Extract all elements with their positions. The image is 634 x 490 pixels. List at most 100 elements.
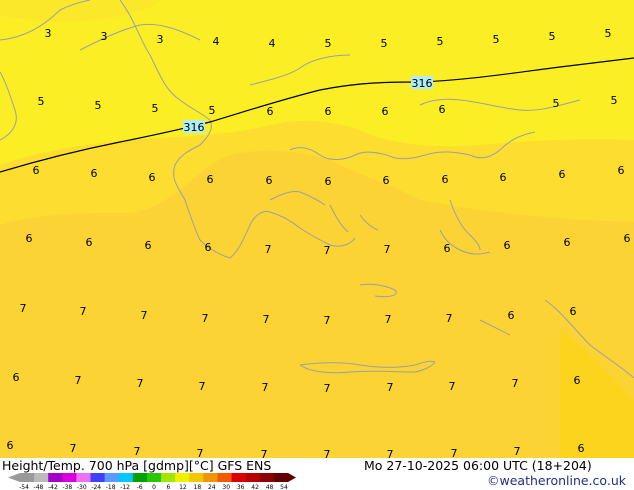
map-datetime: Mo 27-10-2025 06:00 UTC (18+204)	[364, 458, 592, 473]
temperature-label: 5	[493, 33, 500, 46]
temperature-label: 6	[618, 164, 625, 177]
legend-swatch	[132, 473, 148, 482]
temperature-label: 7	[20, 302, 27, 315]
legend-tick-label: 24	[208, 484, 216, 490]
temperature-label: 6	[267, 105, 274, 118]
temperature-label: 7	[80, 305, 87, 318]
temperature-label: 4	[213, 35, 220, 48]
legend-swatch	[62, 473, 77, 482]
legend-tick-label: 0	[152, 484, 156, 490]
temperature-label: 6	[559, 168, 566, 181]
temperature-label: 6	[205, 241, 212, 254]
temperature-label: 7	[451, 447, 458, 458]
temperature-label: 6	[149, 171, 156, 184]
contour-label: 316	[184, 121, 205, 134]
legend-tick-label: -30	[77, 484, 87, 490]
credit-link[interactable]: ©weatheronline.co.uk	[487, 473, 626, 488]
temperature-label: 6	[439, 103, 446, 116]
legend-swatch	[231, 473, 247, 482]
temperature-label: 5	[152, 102, 159, 115]
temperature-label: 5	[553, 97, 560, 110]
legend-swatch	[20, 473, 35, 482]
temperature-label: 6	[325, 105, 332, 118]
legend-swatch	[34, 473, 49, 482]
legend-tick-label: -38	[62, 484, 72, 490]
temperature-label: 7	[261, 448, 268, 458]
legend-tick-label: -18	[106, 484, 116, 490]
temperature-label: 7	[263, 313, 270, 326]
legend-swatch	[104, 473, 120, 482]
contour-label: 316	[412, 77, 433, 90]
temperature-label: 7	[385, 313, 392, 326]
temperature-label: 6	[444, 242, 451, 255]
legend-swatch	[273, 473, 289, 482]
temperature-label: 7	[75, 374, 82, 387]
legend-swatch	[175, 473, 190, 482]
legend-swatch	[118, 473, 134, 482]
temperature-label: 6	[574, 374, 581, 387]
legend-tick-label: -48	[34, 484, 44, 490]
temperature-label: 7	[265, 243, 272, 256]
legend-swatch	[48, 473, 63, 482]
temperature-label: 5	[611, 94, 618, 107]
legend-tick-label: 18	[194, 484, 202, 490]
temperature-label: 6	[382, 105, 389, 118]
temperature-label: 6	[145, 239, 152, 252]
temperature-label: 5	[325, 37, 332, 50]
legend-arrow-right	[288, 473, 296, 482]
legend-swatch	[203, 473, 218, 482]
temperature-label: 6	[266, 174, 273, 187]
temperature-label: 6	[207, 173, 214, 186]
temperature-label: 6	[578, 442, 585, 455]
temperature-label: 7	[324, 314, 331, 327]
temperature-label: 4	[269, 37, 276, 50]
temperature-label: 6	[383, 174, 390, 187]
legend-swatch	[146, 473, 162, 482]
temperature-label: 6	[33, 164, 40, 177]
temperature-label: 7	[199, 380, 206, 393]
legend-tick-label: 6	[167, 484, 171, 490]
temperature-label: 6	[442, 173, 449, 186]
legend-tick-label: -12	[120, 484, 130, 490]
legend-swatch	[161, 473, 176, 482]
temperature-label: 5	[437, 35, 444, 48]
temperature-label: 3	[101, 30, 108, 43]
temperature-label: 6	[7, 439, 14, 452]
legend-tick-label: 54	[280, 484, 288, 490]
temperature-label: 6	[26, 232, 33, 245]
temperature-label: 7	[387, 381, 394, 394]
legend-tick-label: 30	[222, 484, 230, 490]
temperature-label: 5	[38, 95, 45, 108]
temperature-label: 3	[157, 33, 164, 46]
legend-tick-label: 12	[179, 484, 187, 490]
weather-map: 316 316 3 3 3 4 4 5 5 5 5 5 5 5 5 5 5 6 6 6 6 5 5 6 6 6 6 6 6 6 6 6 6 6…	[0, 0, 634, 458]
temperature-label: 6	[624, 232, 631, 245]
temperature-label: 5	[209, 104, 216, 117]
temperature-label: 7	[324, 382, 331, 395]
legend-tick-label: -6	[137, 484, 143, 490]
temperature-label: 7	[262, 381, 269, 394]
legend-tick-label: 48	[266, 484, 274, 490]
temperature-label: 7	[512, 377, 519, 390]
temperature-label: 7	[324, 244, 331, 257]
temperature-label: 7	[446, 312, 453, 325]
temperature-label: 6	[86, 236, 93, 249]
temperature-label: 7	[324, 448, 331, 458]
temperature-label: 6	[325, 175, 332, 188]
temperature-label: 5	[381, 37, 388, 50]
temperature-label: 6	[500, 171, 507, 184]
temperature-label: 7	[141, 309, 148, 322]
temperature-label: 6	[504, 239, 511, 252]
legend-swatch	[76, 473, 92, 482]
temperature-label: 7	[202, 312, 209, 325]
legend-swatch	[90, 473, 106, 482]
color-legend: -54 -48 -42 -38 -30 -24 -18 -12 -6 0 6 12 18 24 30 36 42…	[8, 473, 296, 490]
temperature-label: 6	[13, 371, 20, 384]
temperature-label: 7	[137, 377, 144, 390]
temperature-label: 7	[449, 380, 456, 393]
temperature-label: 7	[384, 243, 391, 256]
temperature-label: 7	[134, 445, 141, 458]
temperature-label: 7	[70, 442, 77, 455]
temperature-label: 5	[605, 27, 612, 40]
legend-tick-label: 36	[237, 484, 245, 490]
